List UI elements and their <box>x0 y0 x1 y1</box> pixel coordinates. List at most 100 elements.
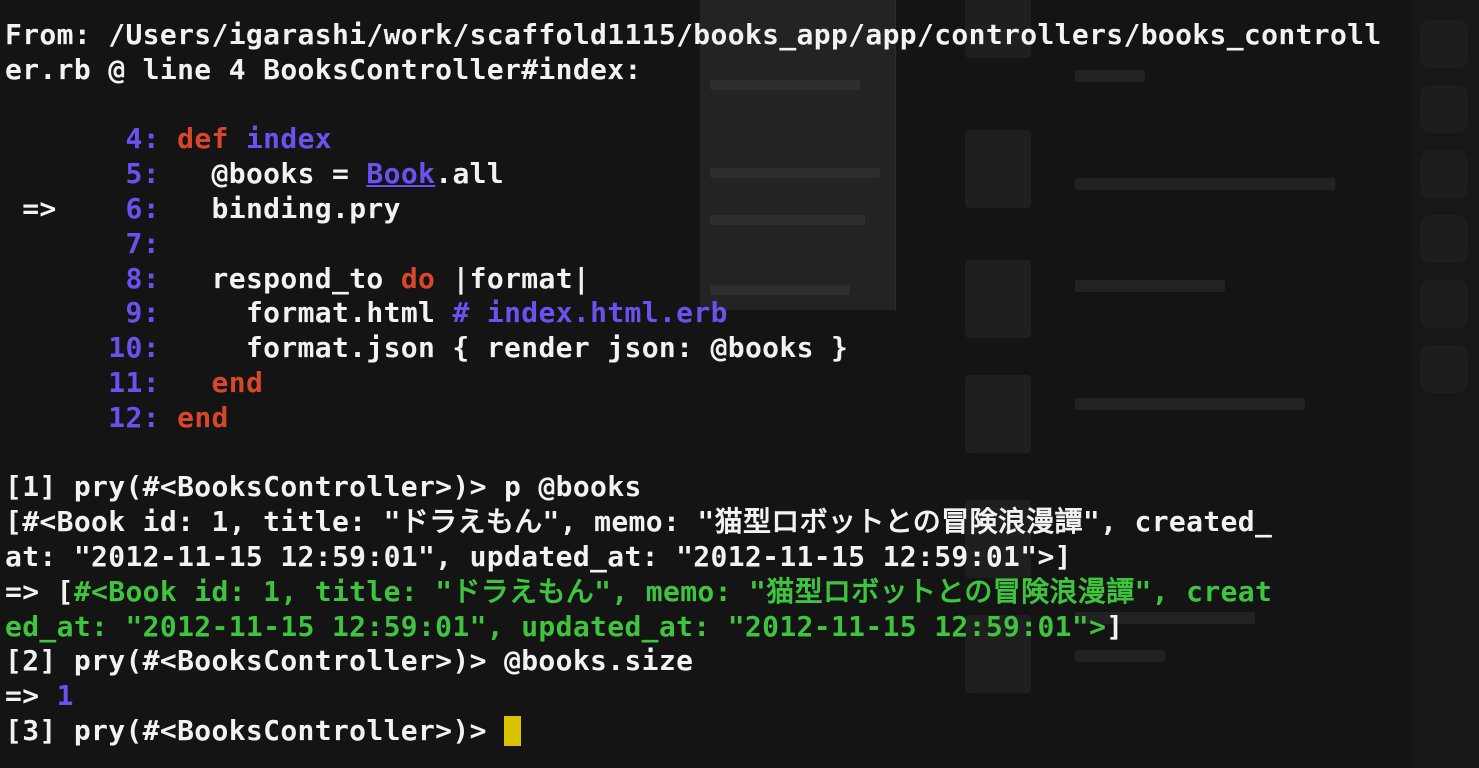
gutter-pad <box>5 192 22 225</box>
code-line: 11: end <box>5 366 1479 401</box>
line-number: 8 <box>125 261 143 295</box>
code-text: |format| <box>435 261 591 295</box>
line-number-colon: : <box>142 296 178 330</box>
pry-prompt: [1] pry(#<BooksController>)> <box>5 470 505 504</box>
pry-session[interactable]: [1] pry(#<BooksController>)> p @books [#<… <box>5 470 1479 748</box>
line-number: 6 <box>125 191 143 225</box>
code-text: @books = <box>177 157 367 191</box>
current-line-marker <box>22 262 56 295</box>
code-line: 8: respond_to do |format| <box>5 262 1479 297</box>
line-number-colon: : <box>142 122 178 156</box>
gutter-pad <box>57 122 126 155</box>
gutter-pad <box>57 296 126 329</box>
pry-prompt: [3] pry(#<BooksController>)> <box>5 713 505 747</box>
gutter-pad <box>57 262 126 295</box>
gutter-pad <box>57 331 109 364</box>
result-bracket: ] <box>1106 609 1124 643</box>
current-line-marker <box>22 122 56 155</box>
code-line: 10: format.json { render json: @books } <box>5 331 1479 366</box>
code-method-name: index <box>245 122 333 156</box>
header-text: er.rb @ line 4 BooksController#index: <box>5 52 642 86</box>
pry-location-header: From: /Users/igarashi/work/scaffold1115/… <box>5 18 1479 88</box>
code-keyword: end <box>177 400 229 434</box>
gutter-pad <box>5 157 22 190</box>
gutter-pad <box>5 401 22 434</box>
line-number-colon: : <box>142 365 178 399</box>
code-line: 7: <box>5 227 1479 262</box>
current-line-marker <box>22 296 56 329</box>
prompt-line[interactable]: [3] pry(#<BooksController>)> <box>5 714 1479 749</box>
gutter-pad <box>5 331 22 364</box>
line-number: 4 <box>125 122 143 156</box>
gutter-pad <box>5 296 22 329</box>
code-keyword: def <box>177 122 229 156</box>
output-line: at: "2012-11-15 12:59:01", updated_at: "… <box>5 540 1479 575</box>
result-text: #<Book id: 1, title: "ドラえもん", memo: "猫型ロ… <box>73 574 1273 608</box>
code-keyword: end <box>211 365 264 399</box>
result-value: 1 <box>56 679 74 713</box>
line-number: 11 <box>108 365 143 399</box>
line-number-colon: : <box>142 226 178 260</box>
text-cursor[interactable] <box>504 715 522 746</box>
code-line: 12: end <box>5 401 1479 436</box>
pry-prompt: [2] pry(#<BooksController>)> <box>5 644 505 678</box>
gutter-pad <box>57 227 126 260</box>
code-text: .all <box>435 157 505 191</box>
header-line: er.rb @ line 4 BooksController#index: <box>5 53 1479 88</box>
code-text: format.html <box>177 296 453 330</box>
current-line-marker: => <box>22 191 57 225</box>
current-line-marker <box>22 227 56 260</box>
code-line: => 6: binding.pry <box>5 192 1479 227</box>
result-text: ed_at: "2012-11-15 12:59:01", updated_at… <box>5 609 1107 643</box>
line-number-colon: : <box>142 191 178 225</box>
result-line: => 1 <box>5 679 1479 714</box>
terminal-window[interactable]: From: /Users/igarashi/work/scaffold1115/… <box>0 0 1479 768</box>
line-number: 12 <box>108 400 143 434</box>
gutter-pad <box>57 366 109 399</box>
gutter-pad <box>5 227 22 260</box>
output-line: [#<Book id: 1, title: "ドラえもん", memo: "猫型… <box>5 505 1479 540</box>
line-number-colon: : <box>142 331 178 365</box>
line-number-colon: : <box>142 261 178 295</box>
result-arrow: => <box>5 574 57 608</box>
code-keyword: do <box>400 261 436 295</box>
current-line-marker <box>22 331 56 364</box>
output-text: [#<Book id: 1, title: "ドラえもん", memo: "猫型… <box>5 505 1273 539</box>
line-number-colon: : <box>142 157 178 191</box>
result-line: => [#<Book id: 1, title: "ドラえもん", memo: … <box>5 575 1479 610</box>
code-class-name: Book <box>366 157 436 191</box>
gutter-pad <box>5 262 22 295</box>
result-line: ed_at: "2012-11-15 12:59:01", updated_at… <box>5 610 1479 645</box>
header-line: From: /Users/igarashi/work/scaffold1115/… <box>5 18 1479 53</box>
line-number-colon: : <box>142 400 178 434</box>
line-number: 10 <box>108 331 143 365</box>
gutter-pad <box>57 157 126 190</box>
line-number: 5 <box>125 157 143 191</box>
line-number: 7 <box>125 226 143 260</box>
gutter-pad <box>5 366 22 399</box>
result-bracket: [ <box>56 574 74 608</box>
line-number: 9 <box>125 296 143 330</box>
header-text: From: /Users/igarashi/work/scaffold1115/… <box>5 18 1382 51</box>
code-comment: # index.html.erb <box>452 296 728 330</box>
code-text: format.json { render json: @books } <box>177 331 849 365</box>
command-input[interactable]: @books.size <box>504 644 693 677</box>
code-line: 4: def index <box>5 122 1479 157</box>
gutter-pad <box>5 122 22 155</box>
source-listing: 4: def index 5: @books = Book.all => 6: … <box>5 122 1479 435</box>
code-line: 9: format.html # index.html.erb <box>5 296 1479 331</box>
code-text: binding.pry <box>177 191 401 225</box>
output-text: at: "2012-11-15 12:59:01", updated_at: "… <box>5 539 1072 573</box>
prompt-line[interactable]: [1] pry(#<BooksController>)> p @books <box>5 470 1479 505</box>
prompt-line[interactable]: [2] pry(#<BooksController>)> @books.size <box>5 644 1479 679</box>
gutter-pad <box>57 401 109 434</box>
code-line: 5: @books = Book.all <box>5 157 1479 192</box>
current-line-marker <box>22 366 56 399</box>
command-input[interactable]: p @books <box>504 470 642 503</box>
current-line-marker <box>22 157 56 190</box>
code-text: respond_to <box>177 261 401 295</box>
